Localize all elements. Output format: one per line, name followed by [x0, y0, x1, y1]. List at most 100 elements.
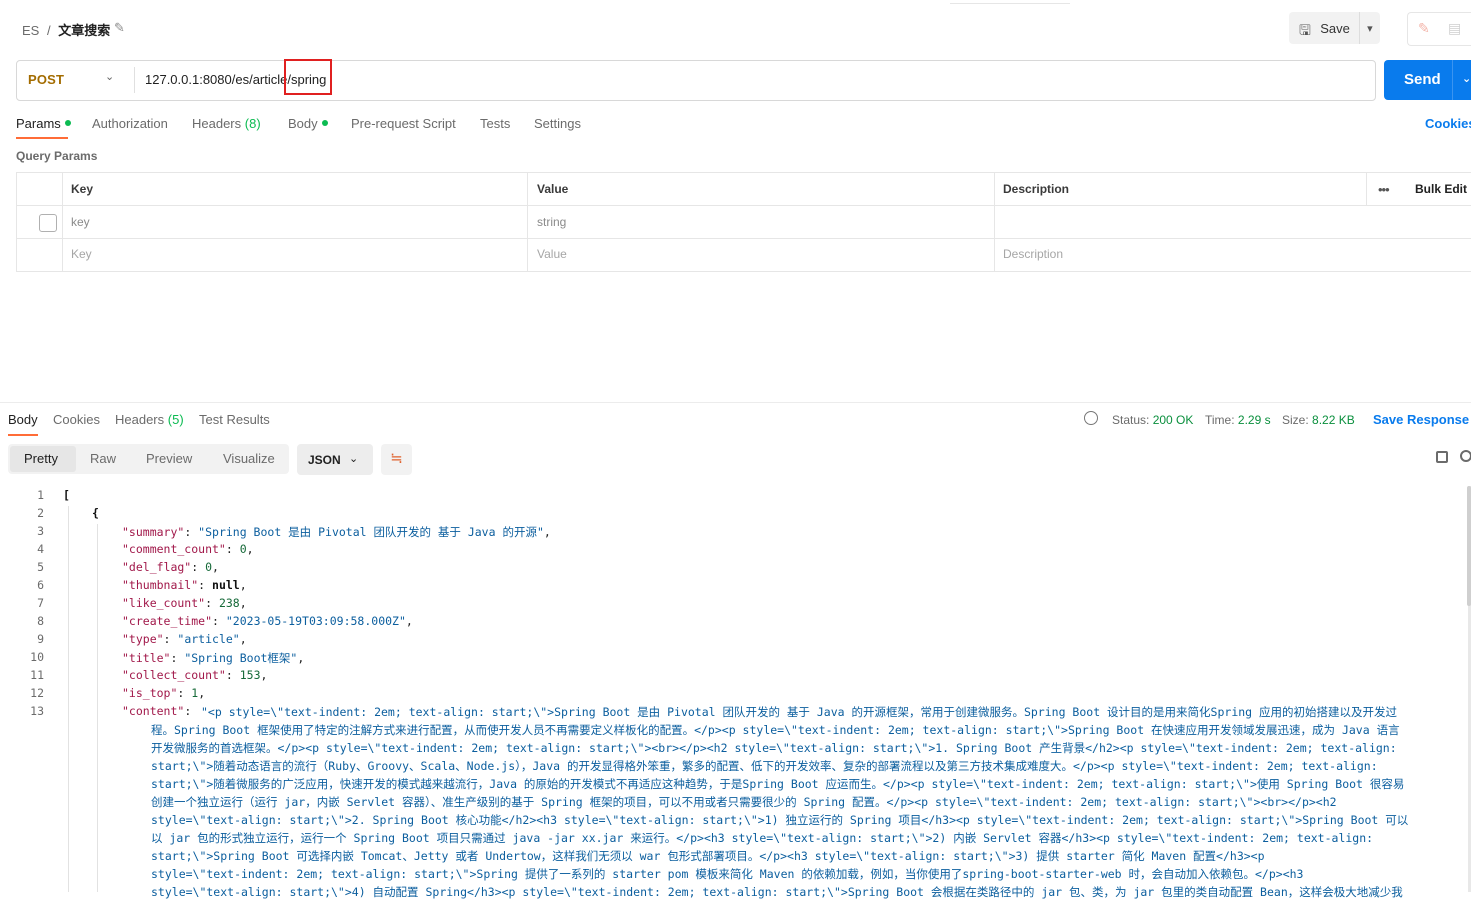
code-line-del-flag: "del_flag": 0, [122, 560, 219, 574]
response-headers-count: (5) [167, 412, 184, 427]
tab-authorization[interactable]: Authorization [92, 116, 168, 131]
method-divider [134, 67, 135, 93]
query-params-table: Key Value Description ••• Bulk Edit key … [16, 172, 1471, 272]
params-tab-underline [16, 137, 68, 139]
code-line-type: "type": "article", [122, 632, 247, 646]
content-line: style=\"text-align: start;\">2. Spring B… [151, 813, 1409, 827]
format-chevron-down-icon: ⌄ [349, 453, 359, 465]
cookies-link[interactable]: Cookies [1425, 116, 1471, 131]
size-value: 8.22 KB [1312, 413, 1355, 427]
breadcrumb-parent[interactable]: ES [22, 23, 39, 38]
code-line-is-top: "is_top": 1, [122, 686, 206, 700]
copy-icon[interactable] [1436, 451, 1448, 463]
line-number: 11 [30, 668, 44, 682]
new-value-input[interactable]: Value [537, 247, 567, 261]
content-line: 程。Spring Boot 框架使用了特定的注解方式来进行配置，从而使开发人员不… [151, 723, 1400, 737]
column-header-key: Key [71, 182, 94, 196]
more-options-icon[interactable]: ••• [1378, 182, 1390, 197]
search-icon[interactable] [1460, 450, 1471, 462]
view-pretty-button[interactable]: Pretty [24, 451, 58, 466]
network-globe-icon[interactable] [1084, 411, 1098, 425]
send-button[interactable]: Send ⌄ [1384, 60, 1471, 100]
line-number: 6 [37, 578, 44, 592]
code-open-bracket: [ [63, 488, 70, 502]
highlight-annotation [284, 59, 332, 95]
format-label: JSON [308, 453, 341, 467]
code-line-title: "title": "Spring Boot框架", [122, 651, 305, 665]
code-line-summary: "summary": "Spring Boot 是由 Pivotal 团队开发的… [122, 525, 551, 539]
top-tab-indicator [950, 0, 1070, 4]
line-number: 1 [37, 488, 44, 502]
edit-pencil-icon[interactable]: ✎ [1418, 20, 1430, 37]
tab-settings[interactable]: Settings [534, 116, 581, 131]
response-status[interactable]: Status: 200 OK [1112, 413, 1193, 427]
method-select[interactable]: POST [28, 72, 64, 87]
view-raw-button[interactable]: Raw [90, 451, 116, 466]
tab-params[interactable]: Params [16, 116, 71, 131]
tab-pre-request-script[interactable]: Pre-request Script [351, 116, 456, 131]
save-disk-icon: 🖫 [1299, 22, 1311, 38]
code-line-like-count: "like_count": 238, [122, 596, 247, 610]
view-mode-selector: Pretty Raw Preview Visualize [8, 444, 289, 474]
tab-headers[interactable]: Headers (8) [192, 116, 261, 131]
line-number: 4 [37, 542, 44, 556]
response-body-tab-underline [8, 434, 38, 436]
response-tab-test-results[interactable]: Test Results [199, 412, 270, 427]
editor-scrollbar-thumb[interactable] [1467, 486, 1471, 606]
code-line-content-key: "content": [122, 704, 199, 718]
indent-guide [97, 524, 98, 892]
param-key-cell[interactable]: key [71, 215, 90, 229]
response-tab-headers[interactable]: Headers (5) [115, 412, 184, 427]
view-preview-button[interactable]: Preview [146, 451, 192, 466]
send-chevron-down-icon[interactable]: ⌄ [1462, 72, 1471, 85]
tab-tests[interactable]: Tests [480, 116, 510, 131]
breadcrumb: ES / 文章搜索 [22, 20, 110, 39]
save-button[interactable]: 🖫 Save ▾ [1289, 12, 1380, 44]
content-line: style=\"text-align: start;\">4) 自动配置 Spr… [151, 885, 1403, 899]
time-value: 2.29 s [1237, 413, 1271, 427]
edit-name-pencil-icon[interactable]: ✎ [114, 20, 125, 36]
line-number: 9 [37, 632, 44, 646]
content-line: start;\">随着动态语言的流行（Ruby、Groovy、Scala、Nod… [151, 759, 1378, 773]
code-line-comment-count: "comment_count": 0, [122, 542, 254, 556]
new-description-input[interactable]: Description [1003, 247, 1063, 261]
param-value-cell[interactable]: string [537, 215, 566, 229]
content-line: 以 jar 包的形式独立运行，运行一个 Spring Boot 项目只需通过 j… [151, 831, 1374, 845]
body-active-dot-icon [321, 120, 328, 126]
breadcrumb-current: 文章搜索 [58, 23, 111, 38]
line-number: 10 [30, 650, 44, 664]
response-time[interactable]: Time: 2.29 s [1205, 413, 1271, 427]
wrap-lines-icon[interactable]: ≒ [381, 444, 412, 475]
bulk-edit-button[interactable]: Bulk Edit [1415, 182, 1467, 196]
line-number: 7 [37, 596, 44, 610]
code-line-thumbnail: "thumbnail": null, [122, 578, 247, 592]
view-visualize-button[interactable]: Visualize [223, 451, 275, 466]
code-line-collect-count: "collect_count": 153, [122, 668, 268, 682]
response-body-editor[interactable]: 1 2 3 4 5 6 7 8 9 10 11 12 13 [ { "summa… [0, 486, 1471, 899]
column-header-value: Value [537, 182, 569, 196]
documentation-icon[interactable]: ▤ [1448, 20, 1461, 37]
status-value: 200 OK [1152, 413, 1194, 427]
content-line: 开发微服务的首选框架。</p><p style=\"text-indent: 2… [151, 741, 1397, 755]
format-select[interactable]: JSON ⌄ [297, 444, 373, 475]
new-key-input[interactable]: Key [71, 247, 92, 261]
response-tab-body[interactable]: Body [8, 412, 38, 427]
response-divider[interactable] [0, 402, 1471, 403]
line-number: 5 [37, 560, 44, 574]
response-size[interactable]: Size: 8.22 KB [1282, 413, 1355, 427]
send-divider [1452, 60, 1453, 100]
code-line-create-time: "create_time": "2023-05-19T03:09:58.000Z… [122, 614, 413, 628]
send-label: Send [1404, 71, 1441, 88]
line-number: 2 [37, 506, 44, 520]
params-active-dot-icon [64, 120, 71, 126]
tab-body[interactable]: Body [288, 116, 328, 131]
content-line: style=\"text-indent: 2em; text-align: st… [151, 867, 1304, 881]
content-line: start;\">随着微服务的广泛应用，快速开发的模式越来越流行，Java 的原… [151, 777, 1405, 791]
headers-count: (8) [244, 116, 261, 131]
code-open-brace: { [92, 506, 99, 520]
param-row-checkbox[interactable] [39, 214, 57, 232]
save-response-button[interactable]: Save Response [1373, 412, 1469, 427]
save-dropdown-chevron-icon[interactable]: ▾ [1360, 22, 1380, 35]
response-tab-cookies[interactable]: Cookies [53, 412, 100, 427]
method-chevron-down-icon[interactable]: ⌄ [105, 70, 114, 83]
